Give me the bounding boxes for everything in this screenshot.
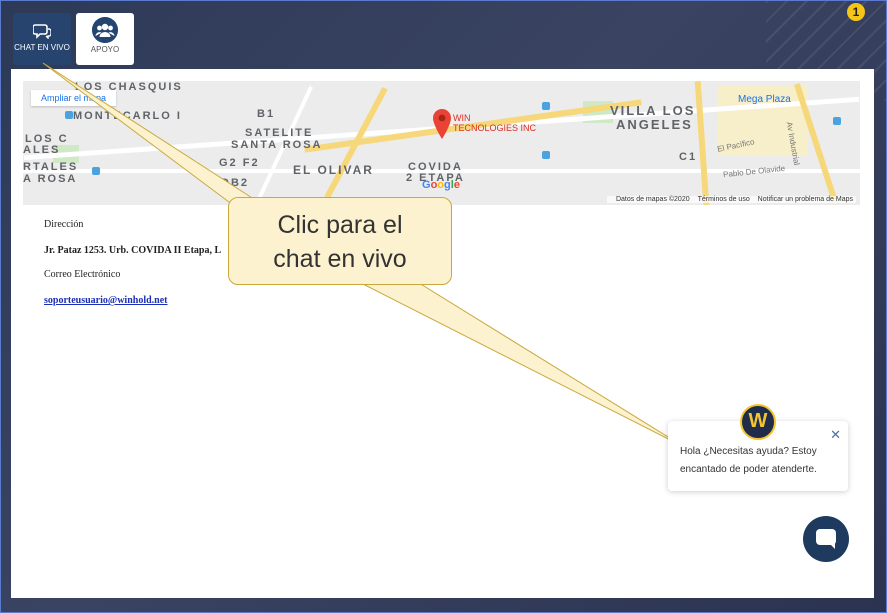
marker-label-line1: WIN — [453, 113, 471, 123]
greeting-text: Hola ¿Necesitas ayuda? Estoy encantado d… — [680, 443, 830, 479]
tab-label: APOYO — [90, 45, 120, 54]
greeting-line2: encantado de poder atenderte. — [680, 464, 817, 475]
map-label: MONTECARLO I — [73, 110, 182, 122]
tutorial-callout: Clic para el chat en vivo — [228, 197, 452, 285]
chat-icon — [33, 24, 51, 39]
google-logo: Google — [422, 179, 460, 191]
map-label: ALES — [23, 144, 61, 156]
address-value: Jr. Pataz 1253. Urb. COVIDA II Etapa, L — [44, 245, 222, 256]
content-panel: LOS CHASQUIS MONTECARLO I SATELITE SANTA… — [11, 69, 874, 598]
group-icon — [92, 17, 118, 43]
map-label: ANGELES — [616, 117, 693, 132]
map-label: SANTA ROSA — [231, 139, 323, 151]
expand-map-link[interactable]: Ampliar el mapa — [31, 90, 117, 106]
map-label: SATELITE — [245, 127, 314, 139]
tab-apoyo[interactable]: APOYO — [76, 13, 134, 65]
poi-marker — [92, 167, 100, 175]
callout-line1: Clic para el — [277, 211, 403, 239]
address-label: Dirección — [44, 219, 84, 230]
map[interactable]: LOS CHASQUIS MONTECARLO I SATELITE SANTA… — [23, 81, 860, 205]
poi-marker — [833, 117, 841, 125]
mega-plaza-label: Mega Plaza — [738, 94, 791, 105]
close-icon[interactable]: ✕ — [830, 427, 841, 443]
greeting-line1: Hola ¿Necesitas ayuda? Estoy — [680, 446, 817, 457]
map-label: C1 — [679, 151, 698, 163]
marker-label-line2: TECNOLOGIES INC — [453, 123, 537, 133]
map-label: G2 F2 — [219, 157, 260, 169]
email-label: Correo Electrónico — [44, 269, 121, 280]
map-label: A ROSA — [23, 173, 78, 185]
tab-label: CHAT EN VIVO — [14, 43, 70, 52]
poi-marker — [65, 111, 73, 119]
map-data-credit: Datos de mapas ©2020 — [615, 196, 690, 203]
poi-marker — [542, 102, 550, 110]
win-logo-icon: W — [740, 404, 776, 440]
marker-label: WIN TECNOLOGIES INC — [453, 113, 536, 133]
notification-badge[interactable]: 1 — [847, 3, 865, 21]
map-label: EL OLIVAR — [293, 163, 374, 177]
terms-link[interactable]: Términos de uso — [698, 196, 750, 203]
open-chat-button[interactable] — [803, 516, 849, 562]
tab-chat-en-vivo[interactable]: CHAT EN VIVO — [13, 13, 71, 65]
chat-bubble-icon — [816, 529, 836, 549]
map-label: VILLA LOS — [610, 103, 696, 118]
app-window: 1 CHAT EN VIVO APOYO LOS CHASQUIS MONTEC… — [0, 0, 887, 613]
location-pin-icon[interactable] — [432, 109, 452, 139]
email-link[interactable]: soporteusuario@winhold.net — [44, 295, 168, 306]
avenue — [694, 81, 710, 205]
map-label: DB2 — [221, 177, 250, 189]
callout-line2: chat en vivo — [273, 245, 407, 273]
map-street: Pablo De Olavide — [722, 163, 786, 180]
poi-marker — [542, 151, 550, 159]
map-label: B1 — [257, 108, 276, 120]
report-problem-link[interactable]: Notificar un problema de Maps — [758, 196, 853, 203]
map-label: RTALES — [23, 161, 79, 173]
map-footer: Datos de mapas ©2020 Términos de uso Not… — [606, 196, 856, 203]
